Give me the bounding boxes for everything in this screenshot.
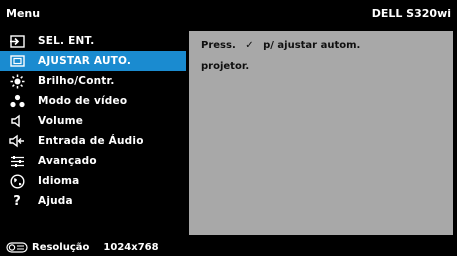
sidebar-item-label: SEL. ENT. (38, 35, 95, 47)
auto-adjust-icon (9, 53, 25, 69)
language-icon (9, 173, 25, 189)
sidebar-item-label: Volume (38, 115, 84, 127)
sidebar-item-ajuda[interactable]: ? Ajuda (0, 191, 186, 211)
sidebar-item-entrada-audio[interactable]: Entrada de Áudio (0, 131, 186, 151)
menu-header: Menu DELL S320wi (0, 0, 457, 26)
sidebar-item-label: Modo de vídeo (38, 95, 128, 107)
sidebar-item-label: Brilho/Contr. (38, 75, 115, 87)
sidebar-item-brilho-contr[interactable]: Brilho/Contr. (0, 71, 186, 91)
sidebar-item-volume[interactable]: Volume (0, 111, 186, 131)
video-mode-icon (9, 93, 25, 109)
projector-icon (6, 241, 28, 253)
sidebar-item-label: Idioma (38, 175, 80, 187)
panel-instruction-prefix: Press. (201, 40, 236, 51)
panel-instruction-continuation: projetor. (201, 61, 250, 72)
sidebar-item-avancado[interactable]: Avançado (0, 151, 186, 171)
info-panel: Press. ✓ p/ ajustar autom. projetor. (189, 31, 453, 235)
audio-input-icon (9, 133, 25, 149)
resolution-label: Resolução (32, 241, 90, 253)
sidebar-item-label: Avançado (38, 155, 97, 167)
panel-instruction-suffix: p/ ajustar autom. (263, 40, 361, 51)
sidebar-item-label: Ajuda (38, 195, 73, 207)
panel-instruction-line: Press. ✓ p/ ajustar autom. (201, 40, 360, 51)
sidebar-item-label: AJUSTAR AUTO. (38, 55, 132, 67)
sidebar-item-sel-ent[interactable]: SEL. ENT. (0, 31, 186, 51)
resolution-value: 1024x768 (103, 241, 159, 253)
help-icon: ? (13, 193, 21, 209)
brightness-icon (9, 73, 25, 89)
menu-title: Menu (6, 6, 41, 20)
sidebar-item-modo-video[interactable]: Modo de vídeo (0, 91, 186, 111)
model-name: DELL S320wi (371, 6, 451, 20)
input-icon (9, 33, 25, 49)
sidebar-menu: SEL. ENT. AJUSTAR AUTO. Brilho/Contr. Mo… (0, 31, 186, 211)
sidebar-item-label: Entrada de Áudio (38, 135, 144, 147)
sidebar-item-ajustar-auto[interactable]: AJUSTAR AUTO. (0, 51, 186, 71)
advanced-icon (9, 153, 25, 169)
speaker-icon (9, 113, 25, 129)
sidebar-item-idioma[interactable]: Idioma (0, 171, 186, 191)
check-icon: ✓ (245, 40, 254, 51)
resolution-footer: Resolução 1024x768 (0, 238, 457, 256)
